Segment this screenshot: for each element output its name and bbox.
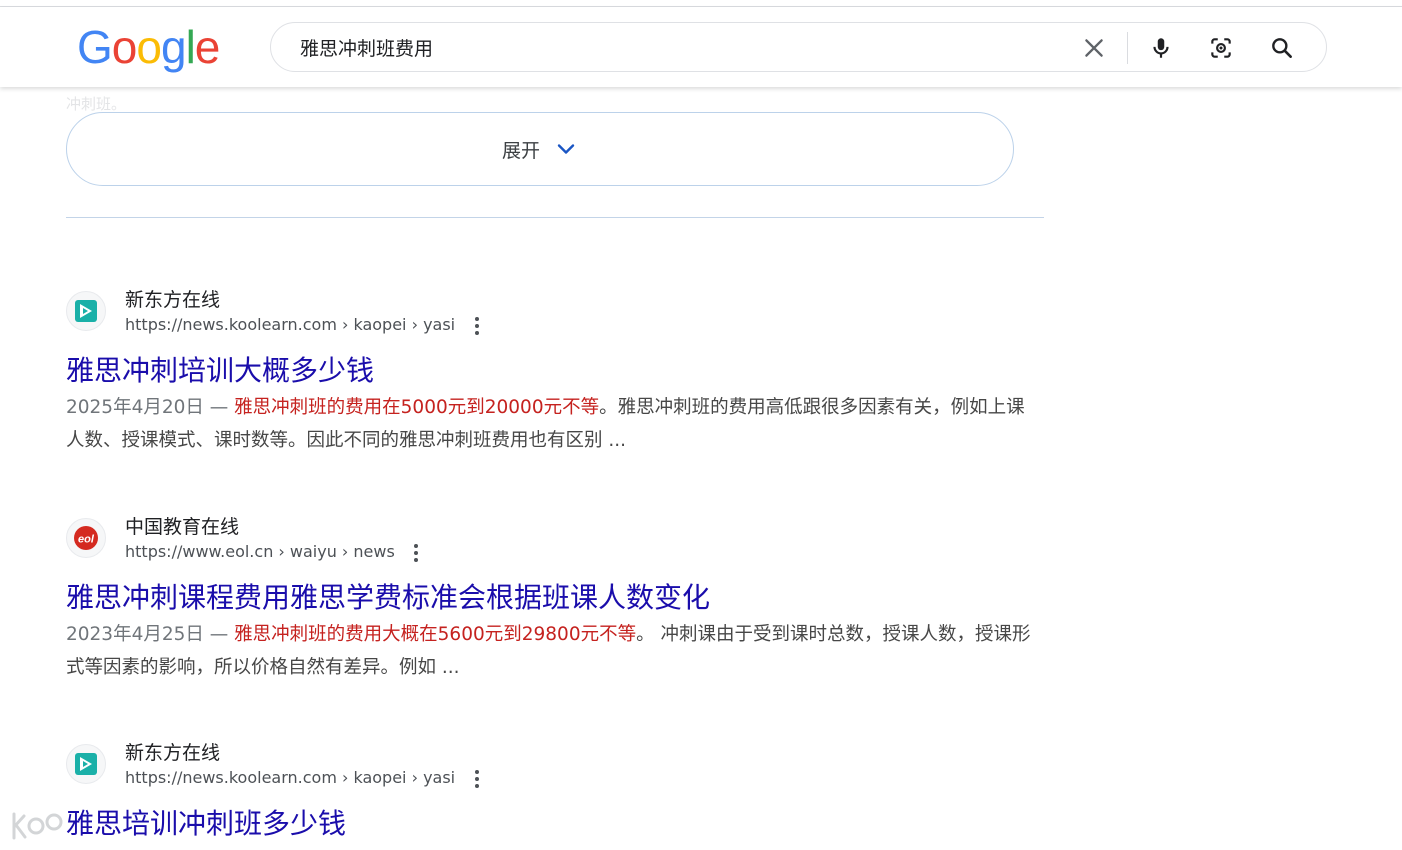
koo-logo-icon <box>12 812 63 840</box>
logo-letter-o1: o <box>111 21 138 73</box>
logo-letter-l: l <box>185 21 196 73</box>
more-vert-icon <box>475 317 479 335</box>
result-url[interactable]: https://news.koolearn.com › kaopei › yas… <box>125 768 455 787</box>
expand-button[interactable]: 展开 <box>66 112 1014 186</box>
search-box <box>270 22 1327 72</box>
search-result: 新东方在线 https://news.koolearn.com › kaopei… <box>66 738 1046 850</box>
result-date: 2023年4月25日 — <box>66 624 235 645</box>
lens-camera-icon <box>1211 38 1231 58</box>
clear-search-button[interactable] <box>1081 35 1107 61</box>
expand-inner: 展开 <box>67 113 1013 185</box>
result-more-options-button[interactable] <box>409 542 423 564</box>
koolearn-logo-icon[interactable] <box>66 291 106 331</box>
search-result: eol 中国教育在线 https://www.eol.cn › waiyu › … <box>66 512 1046 697</box>
result-site-name[interactable]: 新东方在线 <box>125 285 220 312</box>
close-icon <box>1085 39 1103 57</box>
search-submit-button[interactable] <box>1269 35 1295 61</box>
koolearn-logo-icon[interactable] <box>66 744 106 784</box>
result-site-name[interactable]: 新东方在线 <box>125 738 220 765</box>
logo-letter-g2: g <box>160 21 187 73</box>
google-logo[interactable]: Google <box>77 21 221 73</box>
result-highlight: 雅思冲刺班的费用在5000元到20000元不等 <box>234 397 600 418</box>
result-more-options-button[interactable] <box>470 315 484 337</box>
result-site-name[interactable]: 中国教育在线 <box>125 512 239 539</box>
more-vert-icon <box>475 770 479 788</box>
microphone-icon <box>1153 38 1169 58</box>
search-input[interactable] <box>300 35 1060 59</box>
search-result: 新东方在线 https://news.koolearn.com › kaopei… <box>66 285 1046 470</box>
result-snippet: 2023年4月25日 — 雅思冲刺班的费用大概在5600元到29800元不等。 … <box>66 618 1041 684</box>
result-title-link[interactable]: 雅思冲刺培训大概多少钱 <box>66 353 374 389</box>
search-divider <box>1127 32 1128 64</box>
faded-previous-snippet: 冲刺班。 <box>66 95 127 113</box>
result-url[interactable]: https://news.koolearn.com › kaopei › yas… <box>125 315 455 334</box>
search-icon <box>1272 38 1292 58</box>
logo-letter-e: e <box>194 21 221 73</box>
more-vert-icon <box>414 544 418 562</box>
logo-letter-g: G <box>77 21 113 73</box>
result-more-options-button[interactable] <box>470 768 484 790</box>
result-title-link[interactable]: 雅思冲刺课程费用雅思学费标准会根据班课人数变化 <box>66 580 710 616</box>
section-divider <box>66 217 1044 218</box>
result-highlight: 雅思冲刺班的费用大概在5600元到29800元不等 <box>234 624 637 645</box>
chevron-down-icon <box>554 137 578 161</box>
search-header: Google <box>0 7 1402 87</box>
eol-logo-icon[interactable]: eol <box>66 518 106 558</box>
svg-text:eol: eol <box>78 534 95 546</box>
result-snippet: 2025年4月20日 — 雅思冲刺班的费用在5000元到20000元不等。雅思冲… <box>66 391 1041 457</box>
expand-label: 展开 <box>501 139 540 162</box>
voice-search-button[interactable] <box>1148 35 1174 61</box>
koo-watermark <box>8 808 168 844</box>
image-search-button[interactable] <box>1208 35 1234 61</box>
result-date: 2025年4月20日 — <box>66 397 235 418</box>
result-url[interactable]: https://www.eol.cn › waiyu › news <box>125 542 395 561</box>
logo-letter-o2: o <box>136 21 162 73</box>
